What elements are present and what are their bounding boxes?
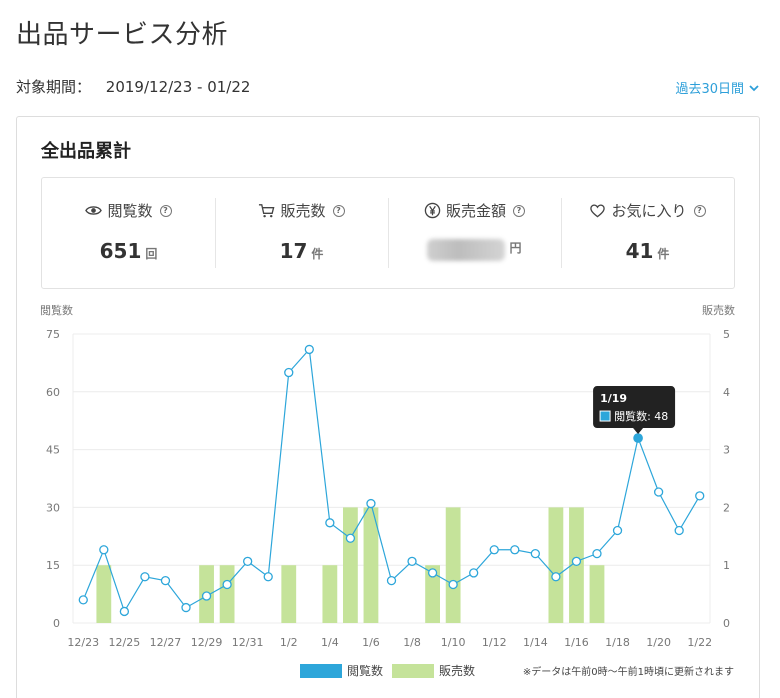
x-tick-label: 1/4 — [321, 636, 339, 649]
tooltip-arrow — [633, 428, 644, 435]
x-tick-label: 1/14 — [523, 636, 548, 649]
y-left-tick-label: 75 — [46, 328, 60, 341]
point-views — [448, 579, 458, 590]
x-tick-label: 1/12 — [482, 636, 507, 649]
bar-sales — [96, 565, 112, 623]
y-left-tick-label: 60 — [46, 386, 60, 399]
point-views — [551, 572, 561, 582]
point-views — [469, 568, 479, 578]
y-left-tick-label: 0 — [53, 617, 60, 630]
x-tick-label: 1/16 — [564, 636, 589, 649]
x-tick-label: 1/8 — [403, 636, 421, 649]
bar-sales — [548, 507, 564, 623]
point-views — [653, 487, 664, 497]
legend-swatch-views — [300, 664, 342, 678]
bar-sales — [281, 565, 297, 623]
y-right-tick-label: 3 — [723, 444, 730, 457]
y-left-tick-label: 45 — [46, 444, 60, 457]
point-views — [530, 548, 540, 559]
legend-label-views: 閲覧数 — [347, 663, 383, 678]
x-tick-label: 12/31 — [232, 636, 264, 649]
bar-sales — [343, 507, 358, 623]
left-axis-title: 閲覧数 — [40, 303, 73, 317]
point-views — [674, 525, 684, 536]
point-views — [571, 556, 582, 566]
x-tick-label: 12/27 — [150, 636, 182, 649]
tooltip-label: 閲覧数: 48 — [614, 409, 668, 423]
y-right-tick-label: 1 — [723, 559, 730, 572]
legend-label-sales: 販売数 — [439, 663, 475, 678]
y-right-tick-label: 0 — [723, 617, 730, 630]
y-right-tick-label: 2 — [723, 501, 730, 514]
x-tick-label: 12/23 — [67, 636, 99, 649]
point-views — [345, 533, 356, 543]
point-views — [386, 575, 397, 586]
views-sales-chart: 閲覧数 販売数0153045607501234512/23 12/25 12/27 12… — [40, 303, 735, 678]
point-views — [407, 556, 417, 566]
point-views — [140, 572, 150, 582]
bar-sales — [219, 565, 235, 623]
point-views — [201, 591, 212, 601]
point-views — [78, 595, 88, 605]
point-views — [181, 602, 191, 613]
right-axis-title: 販売数 — [702, 304, 735, 317]
update-note: ※データは午前0時〜午前1時頃に更新されます — [523, 665, 734, 678]
point-views — [99, 545, 109, 555]
tooltip-title: 1/19 — [600, 392, 627, 405]
point-views — [427, 568, 438, 578]
bar-sales — [589, 565, 605, 623]
point-views — [633, 433, 643, 443]
y-left-tick-label: 15 — [46, 559, 60, 572]
x-tick-label: 12/29 — [191, 636, 223, 649]
x-tick-label: 1/20 — [646, 636, 671, 649]
bar-sales — [322, 565, 338, 623]
x-tick-label: 1/10 — [441, 636, 466, 649]
y-right-tick-label: 4 — [723, 386, 730, 399]
tooltip-swatch — [599, 410, 611, 422]
point-views — [160, 575, 171, 586]
x-tick-label: 1/2 — [280, 636, 298, 649]
legend-swatch-sales — [392, 664, 434, 678]
x-tick-label: 1/18 — [605, 636, 630, 649]
point-views — [243, 556, 253, 566]
y-right-tick-label: 5 — [723, 328, 730, 341]
x-tick-label: 12/25 — [109, 636, 141, 649]
point-views — [510, 545, 520, 555]
y-left-tick-label: 30 — [46, 501, 60, 514]
point-views — [489, 545, 499, 555]
point-views — [695, 491, 705, 501]
point-views — [366, 498, 376, 509]
point-views — [325, 518, 335, 528]
point-views — [284, 367, 294, 378]
point-views — [592, 548, 602, 559]
x-tick-label: 1/6 — [362, 636, 380, 649]
point-views — [222, 579, 232, 590]
bar-sales — [445, 507, 461, 623]
point-views — [119, 606, 130, 617]
point-views — [612, 525, 623, 536]
point-views — [304, 344, 314, 355]
point-views — [263, 572, 273, 582]
x-tick-label: 1/22 — [687, 636, 712, 649]
